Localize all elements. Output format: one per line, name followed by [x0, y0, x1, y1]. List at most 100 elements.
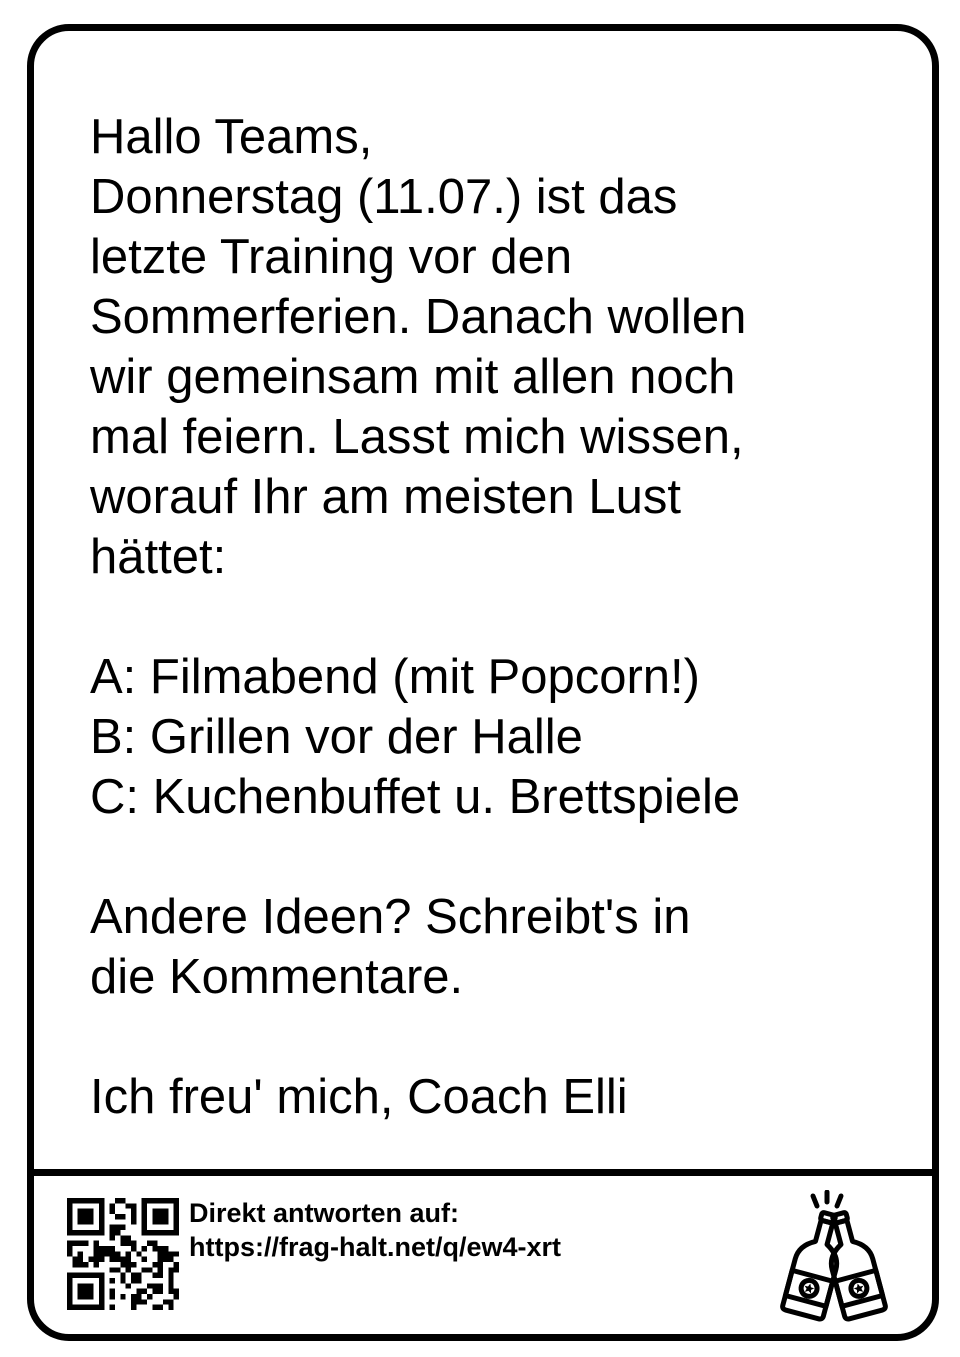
qr-module: [152, 1240, 158, 1246]
footer-divider: [34, 1169, 932, 1176]
qr-module: [72, 1230, 78, 1236]
qr-module: [99, 1203, 105, 1209]
qr-module: [173, 1219, 179, 1225]
qr-module: [152, 1214, 158, 1220]
qr-module: [83, 1198, 89, 1204]
qr-module: [99, 1256, 105, 1262]
qr-module: [115, 1230, 121, 1236]
body-line: letzte Training vor den: [90, 230, 573, 284]
qr-module: [141, 1230, 147, 1236]
qr-module: [141, 1256, 147, 1262]
qr-module: [88, 1256, 94, 1262]
qr-module: [120, 1198, 126, 1204]
qr-module: [157, 1272, 163, 1278]
reply-url-link[interactable]: https://frag-halt.net/q/ew4-xrt: [189, 1230, 561, 1264]
qr-module: [157, 1219, 163, 1225]
qr-module: [115, 1198, 121, 1204]
qr-module: [125, 1235, 131, 1241]
qr-module: [83, 1288, 89, 1294]
qr-module: [173, 1224, 179, 1230]
qr-module: [147, 1230, 153, 1236]
qr-module: [109, 1246, 115, 1252]
qr-module: [88, 1288, 94, 1294]
qr-module: [125, 1262, 131, 1268]
qr-module: [173, 1203, 179, 1209]
footer: Direkt antworten auf: https://frag-halt.…: [34, 1176, 932, 1334]
qr-module: [93, 1262, 99, 1268]
qr-module: [131, 1272, 137, 1278]
qr-module: [136, 1272, 142, 1278]
qr-module: [131, 1262, 137, 1268]
qr-module: [77, 1251, 83, 1257]
qr-module: [163, 1214, 169, 1220]
qr-module: [99, 1214, 105, 1220]
qr-module: [99, 1198, 105, 1204]
qr-module: [93, 1230, 99, 1236]
qr-module: [88, 1219, 94, 1225]
ideas-line: Andere Ideen? Schreibt's in: [90, 890, 691, 944]
qr-module: [173, 1214, 179, 1220]
qr-module: [83, 1294, 89, 1300]
qr-code-icon[interactable]: [67, 1198, 179, 1310]
qr-module: [141, 1198, 147, 1204]
qr-module: [115, 1224, 121, 1230]
qr-module: [88, 1304, 94, 1310]
qr-module: [168, 1251, 174, 1257]
qr-module: [67, 1208, 73, 1214]
qr-module: [163, 1230, 169, 1236]
qr-module: [163, 1251, 169, 1257]
qr-module: [141, 1214, 147, 1220]
qr-module: [163, 1299, 169, 1305]
qr-module: [109, 1251, 115, 1257]
greeting: Hallo Teams,: [90, 110, 373, 164]
qr-module: [99, 1278, 105, 1284]
qr-module: [152, 1288, 158, 1294]
qr-module: [67, 1219, 73, 1225]
qr-module: [141, 1224, 147, 1230]
qr-module: [125, 1283, 131, 1289]
qr-module: [67, 1278, 73, 1284]
qr-module: [67, 1294, 73, 1300]
qr-module: [152, 1304, 158, 1310]
qr-module: [152, 1198, 158, 1204]
body-line: worauf Ihr am meisten Lust: [90, 470, 681, 524]
qr-module: [109, 1224, 115, 1230]
qr-module: [168, 1267, 174, 1273]
qr-module: [104, 1246, 110, 1252]
qr-module: [115, 1256, 121, 1262]
signoff: Ich freu' mich, Coach Elli: [90, 1070, 628, 1124]
qr-module: [136, 1299, 142, 1305]
qr-module: [168, 1278, 174, 1284]
body-line: wir gemeinsam mit allen noch: [90, 350, 736, 404]
qr-module: [93, 1256, 99, 1262]
qr-module: [77, 1240, 83, 1246]
qr-module: [77, 1283, 83, 1289]
qr-module: [141, 1267, 147, 1273]
qr-module: [72, 1272, 78, 1278]
qr-module: [67, 1288, 73, 1294]
qr-module: [173, 1198, 179, 1204]
qr-module: [83, 1240, 89, 1246]
qr-module: [157, 1208, 163, 1214]
qr-module: [115, 1214, 121, 1220]
qr-module: [120, 1272, 126, 1278]
qr-module: [152, 1262, 158, 1268]
qr-module: [131, 1299, 137, 1305]
qr-module: [109, 1235, 115, 1241]
qr-module: [120, 1224, 126, 1230]
qr-module: [147, 1267, 153, 1273]
qr-module: [99, 1251, 105, 1257]
qr-module: [157, 1262, 163, 1268]
body-line: Sommerferien. Danach wollen: [90, 290, 747, 344]
option-c: C: Kuchenbuffet u. Brettspiele: [90, 770, 741, 824]
qr-module: [67, 1246, 73, 1252]
qr-module: [147, 1240, 153, 1246]
qr-module: [72, 1198, 78, 1204]
qr-module: [67, 1272, 73, 1278]
qr-module: [77, 1294, 83, 1300]
qr-module: [131, 1240, 137, 1246]
qr-module: [141, 1203, 147, 1209]
qr-module: [72, 1304, 78, 1310]
qr-module: [72, 1262, 78, 1268]
